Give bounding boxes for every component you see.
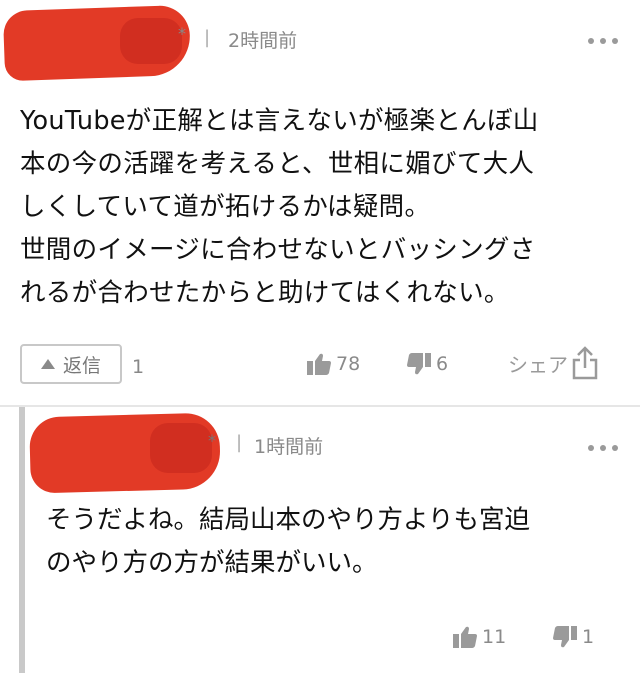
reply-dislike-button[interactable]: 1	[552, 625, 594, 649]
share-button[interactable]: シェア	[508, 346, 598, 380]
share-label: シェア	[508, 352, 568, 377]
reply-count: 1	[132, 356, 145, 378]
like-button[interactable]: 78	[306, 352, 360, 376]
reply-button[interactable]: 返信	[20, 344, 122, 384]
more-dots-icon[interactable]	[588, 445, 618, 451]
reply-button-label: 返信	[62, 354, 101, 377]
triangle-up-icon	[40, 359, 55, 369]
thread-bar	[19, 407, 25, 673]
reply-like-button[interactable]: 11	[452, 625, 506, 649]
redacted-reply-username-overlay	[150, 423, 212, 473]
reply-timestamp: 1時間前	[254, 436, 324, 458]
thumbs-up-icon	[307, 353, 331, 375]
share-icon	[572, 346, 598, 380]
reply-dislike-count: 1	[582, 626, 595, 648]
more-dots-icon[interactable]	[588, 38, 618, 44]
reply-like-count: 11	[482, 626, 507, 648]
dislike-button[interactable]: 6	[406, 352, 448, 376]
reply-card: * | 1時間前 そうだよね。結局山本のやり方よりも宮迫 のやり方の方が結果がい…	[0, 407, 640, 673]
reply-body: そうだよね。結局山本のやり方よりも宮迫 のやり方の方が結果がいい。	[46, 505, 530, 578]
redacted-username-overlay	[120, 18, 182, 64]
reply-meta-separator: |	[236, 432, 243, 453]
comment-body: YouTubeが正解とは言えないが極楽とんぼ山 本の今の活躍を考えると、世相に媚…	[20, 106, 539, 308]
like-count: 78	[336, 353, 361, 375]
thumbs-down-icon	[553, 626, 577, 648]
thumbs-up-icon	[453, 626, 477, 648]
thumbs-down-icon	[407, 353, 431, 375]
comment-card: * | 2時間前 YouTubeが正解とは言えないが極楽とんぼ山 本の今の活躍を…	[0, 0, 640, 405]
dislike-count: 6	[436, 353, 449, 375]
meta-separator: |	[204, 27, 211, 48]
reply-user-marker: *	[208, 431, 216, 450]
comment-timestamp: 2時間前	[228, 30, 298, 52]
user-marker: *	[178, 24, 186, 43]
